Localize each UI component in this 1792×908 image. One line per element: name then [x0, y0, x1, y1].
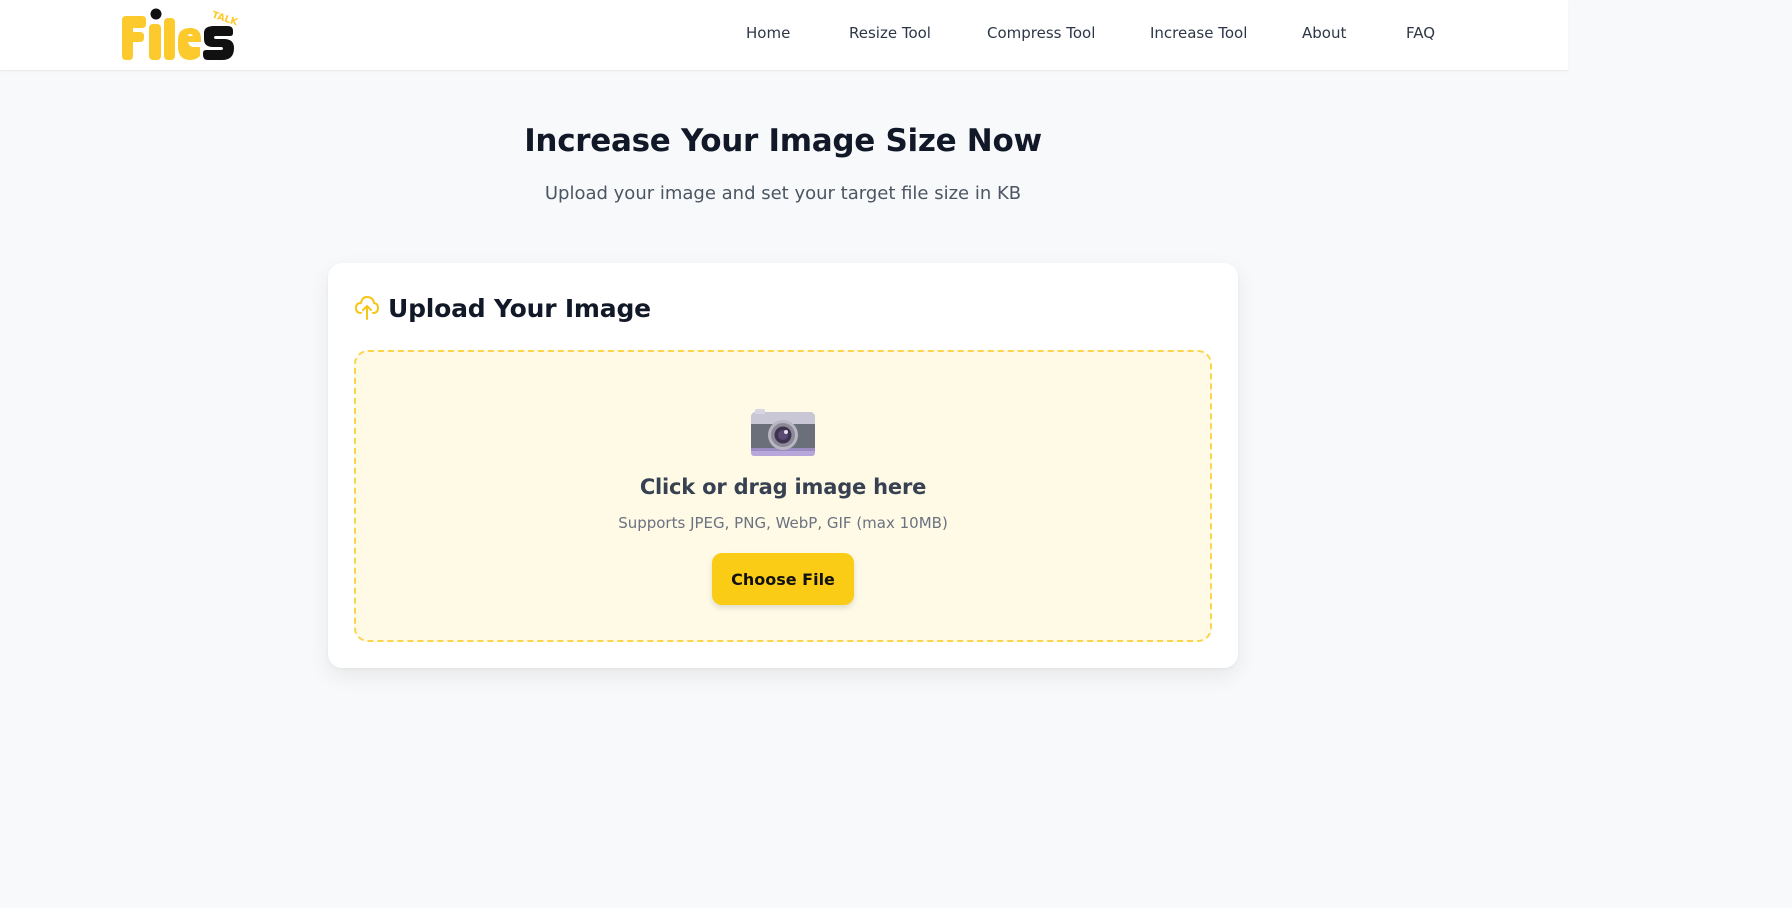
upload-card-header: Upload Your Image	[354, 291, 651, 325]
main-nav: Home Resize Tool Compress Tool Increase …	[0, 0, 1568, 71]
page-title: Increase Your Image Size Now	[524, 123, 1042, 159]
site-header: TALK Home Resize Tool Compress Tool Incr…	[0, 0, 1568, 71]
dropzone-title: Click or drag image here	[639, 475, 927, 499]
nav-link-about[interactable]: About	[1302, 24, 1346, 42]
camera-icon	[748, 408, 818, 460]
image-dropzone[interactable]: Click or drag image here Supports JPEG, …	[354, 350, 1212, 642]
nav-link-resize-tool[interactable]: Resize Tool	[849, 24, 931, 42]
upload-card-title: Upload Your Image	[388, 293, 651, 323]
cloud-upload-icon	[354, 294, 380, 322]
nav-link-home[interactable]: Home	[746, 24, 790, 42]
nav-link-compress-tool[interactable]: Compress Tool	[987, 24, 1095, 42]
dropzone-supported-formats: Supports JPEG, PNG, WebP, GIF (max 10MB)	[618, 514, 948, 532]
choose-file-button[interactable]: Choose File	[712, 553, 854, 605]
nav-link-increase-tool[interactable]: Increase Tool	[1150, 24, 1247, 42]
upload-card: Upload Your Image Click or drag image he…	[328, 263, 1238, 668]
page-subtitle: Upload your image and set your target fi…	[544, 183, 1022, 204]
nav-link-faq[interactable]: FAQ	[1406, 24, 1435, 42]
